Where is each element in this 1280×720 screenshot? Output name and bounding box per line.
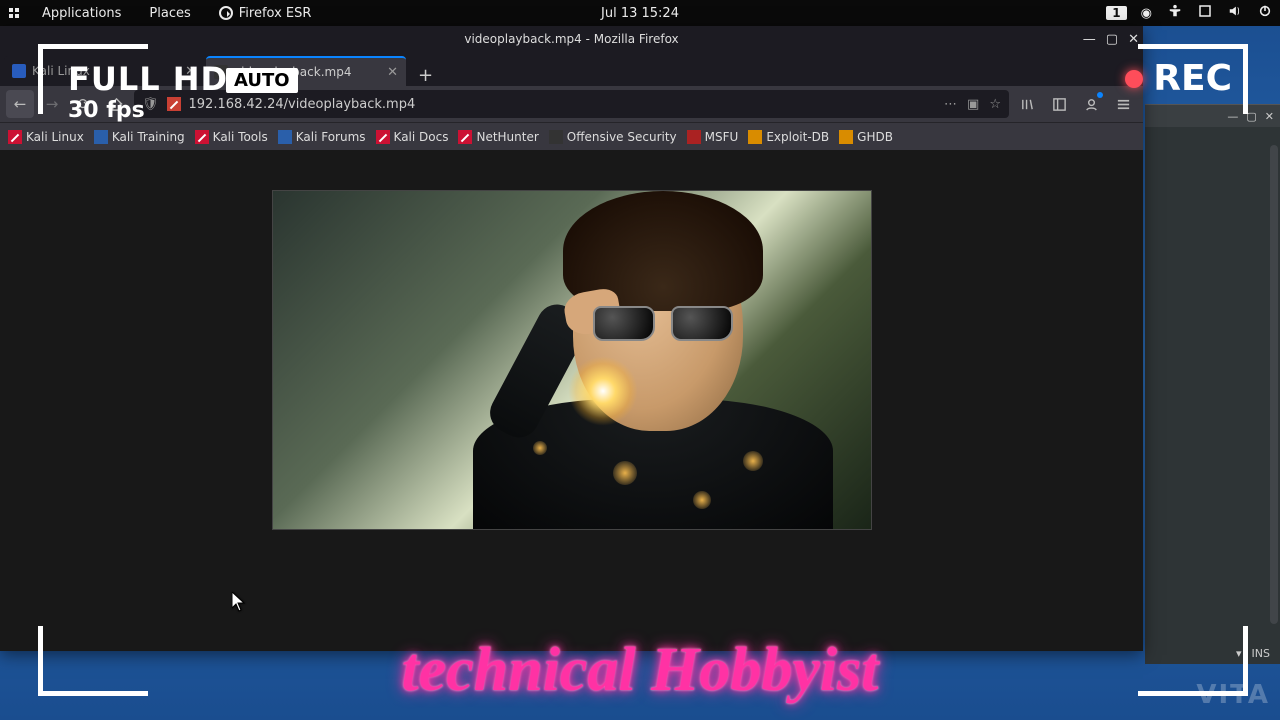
overlay-channel-name: technical Hobbyist bbox=[401, 635, 878, 706]
notification-dot bbox=[1097, 92, 1103, 98]
current-app[interactable]: Firefox ESR bbox=[205, 0, 326, 26]
bgwin-minimize-icon[interactable]: — bbox=[1227, 110, 1238, 123]
bookmark-ghdb[interactable]: GHDB bbox=[839, 130, 893, 144]
bookmark-kali-tools[interactable]: Kali Tools bbox=[195, 130, 268, 144]
workspace-indicator[interactable]: 1 bbox=[1106, 6, 1126, 20]
applications-menu[interactable]: Applications bbox=[28, 0, 135, 26]
window-minimize-button[interactable]: — bbox=[1083, 32, 1096, 47]
power-icon[interactable] bbox=[1250, 4, 1280, 22]
bookmark-icon bbox=[748, 130, 762, 144]
system-tray: 1 ◉ bbox=[1106, 4, 1280, 22]
bgwin-status-ins: INS bbox=[1252, 647, 1270, 660]
bookmark-nethunter[interactable]: NetHunter bbox=[458, 130, 538, 144]
account-icon[interactable] bbox=[1077, 90, 1105, 118]
places-menu[interactable]: Places bbox=[135, 0, 204, 26]
bookmark-icon bbox=[195, 130, 209, 144]
firefox-icon bbox=[219, 6, 233, 20]
window-minimize-tray-icon[interactable] bbox=[1190, 4, 1220, 22]
bookmark-star-icon[interactable]: ☆ bbox=[989, 97, 1001, 112]
window-maximize-button[interactable]: ▢ bbox=[1106, 32, 1118, 47]
gnome-top-bar: Applications Places Firefox ESR Jul 13 1… bbox=[0, 0, 1280, 26]
overlay-hd: FULL HD 30 fps bbox=[68, 60, 228, 123]
tab-close-icon[interactable]: ✕ bbox=[387, 65, 398, 80]
bookmark-kali-docs[interactable]: Kali Docs bbox=[376, 130, 449, 144]
sidebar-icon[interactable] bbox=[1045, 90, 1073, 118]
bookmark-kali-linux[interactable]: Kali Linux bbox=[8, 130, 84, 144]
overlay-auto-badge: AUTO bbox=[226, 68, 298, 93]
bookmark-kali-training[interactable]: Kali Training bbox=[94, 130, 185, 144]
video-frame[interactable] bbox=[272, 190, 872, 530]
url-bar[interactable]: 🛡 192.168.42.24/videoplayback.mp4 ⋯ ▣ ☆ bbox=[134, 90, 1009, 118]
bgwin-maximize-icon[interactable]: ▢ bbox=[1246, 110, 1256, 123]
back-button[interactable]: ← bbox=[6, 90, 34, 118]
activities-button[interactable] bbox=[0, 0, 28, 26]
overlay-watermark: VITA bbox=[1196, 680, 1270, 710]
volume-icon[interactable] bbox=[1220, 4, 1250, 22]
overlay-rec: REC bbox=[1125, 58, 1232, 99]
page-content bbox=[0, 150, 1143, 651]
bgwin-close-icon[interactable]: ✕ bbox=[1265, 110, 1274, 123]
page-actions-icon[interactable]: ⋯ bbox=[944, 97, 957, 112]
reader-mode-icon[interactable]: ▣ bbox=[967, 97, 979, 112]
clock[interactable]: Jul 13 15:24 bbox=[601, 6, 679, 21]
bgwin-scrollbar[interactable] bbox=[1270, 145, 1278, 624]
forward-button[interactable]: → bbox=[38, 90, 66, 118]
grid-icon bbox=[9, 8, 19, 18]
bookmark-icon bbox=[8, 130, 22, 144]
bgwin-dropdown-icon[interactable]: ▾ bbox=[1236, 647, 1242, 660]
background-editor-window: — ▢ ✕ ▾ INS bbox=[1145, 104, 1280, 664]
bookmark-icon bbox=[94, 130, 108, 144]
bookmark-exploit-db[interactable]: Exploit-DB bbox=[748, 130, 829, 144]
library-icon[interactable] bbox=[1013, 90, 1041, 118]
bookmark-icon bbox=[278, 130, 292, 144]
tab-favicon bbox=[12, 64, 26, 78]
window-close-button[interactable]: ✕ bbox=[1128, 32, 1139, 47]
bookmark-icon bbox=[549, 130, 563, 144]
accessibility-icon[interactable] bbox=[1160, 4, 1190, 22]
record-dot-icon bbox=[1125, 70, 1143, 88]
bookmark-offensive-security[interactable]: Offensive Security bbox=[549, 130, 677, 144]
screen-record-tray-icon[interactable]: ◉ bbox=[1133, 6, 1160, 21]
bookmark-kali-forums[interactable]: Kali Forums bbox=[278, 130, 366, 144]
bgwin-titlebar: — ▢ ✕ bbox=[1145, 105, 1280, 127]
bookmarks-toolbar: Kali Linux Kali Training Kali Tools Kali… bbox=[0, 122, 1143, 150]
bookmark-icon bbox=[458, 130, 472, 144]
bookmark-icon bbox=[839, 130, 853, 144]
window-title: videoplayback.mp4 - Mozilla Firefox bbox=[464, 32, 678, 46]
current-app-label: Firefox ESR bbox=[239, 6, 312, 21]
firefox-titlebar: videoplayback.mp4 - Mozilla Firefox — ▢ … bbox=[0, 26, 1143, 52]
bookmark-icon bbox=[376, 130, 390, 144]
new-tab-button[interactable]: + bbox=[408, 65, 443, 86]
bookmark-icon bbox=[687, 130, 701, 144]
bookmark-msfu[interactable]: MSFU bbox=[687, 130, 739, 144]
